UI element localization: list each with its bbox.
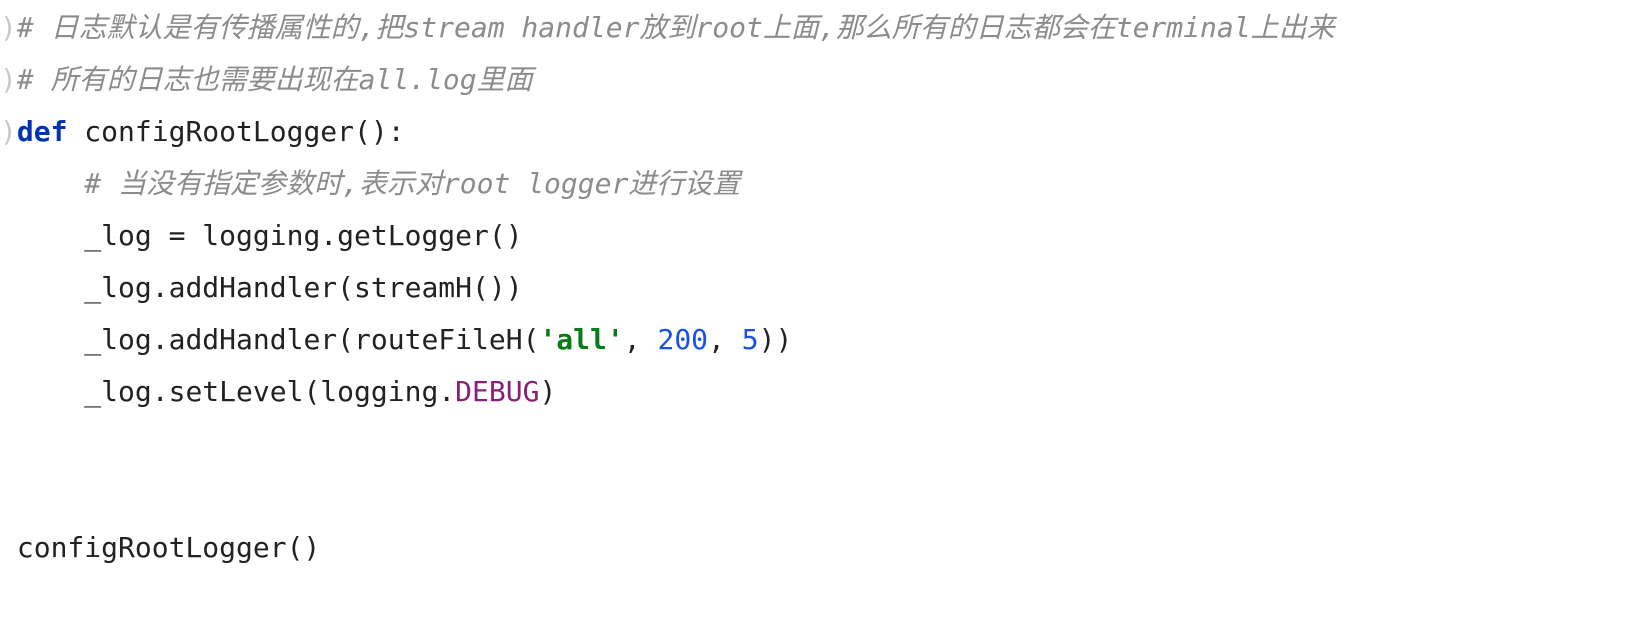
function-name: configRootLogger(): — [67, 115, 404, 148]
gutter-mark: ) — [0, 63, 17, 96]
gutter-mark: ) — [0, 115, 17, 148]
code-line-5: _log = logging.getLogger() — [84, 219, 522, 252]
code-line-7b: , — [624, 323, 658, 356]
number-200: 200 — [657, 323, 708, 356]
code-line-7c: , — [708, 323, 742, 356]
code-line-7a: _log.addHandler(routeFileH( — [84, 323, 539, 356]
gutter-mark: ) — [0, 11, 17, 44]
comment-line-2: # 所有的日志也需要出现在all.log里面 — [17, 63, 533, 96]
gutter-mark — [0, 375, 17, 408]
code-line-6: _log.addHandler(streamH()) — [84, 271, 522, 304]
comment-line-1: # 日志默认是有传播属性的,把stream handler放到root上面,那么… — [17, 11, 1335, 44]
string-all: 'all' — [539, 323, 623, 356]
code-line-8b: ) — [539, 375, 556, 408]
code-line-8a: _log.setLevel(logging. — [84, 375, 455, 408]
code-line-7d: )) — [759, 323, 793, 356]
code-line-11: configRootLogger() — [17, 531, 320, 564]
keyword-def: def — [17, 115, 68, 148]
member-debug: DEBUG — [455, 375, 539, 408]
number-5: 5 — [742, 323, 759, 356]
code-editor[interactable]: )# 日志默认是有传播属性的,把stream handler放到root上面,那… — [0, 0, 1629, 574]
comment-line-4: # 当没有指定参数时,表示对root logger进行设置 — [84, 167, 740, 200]
